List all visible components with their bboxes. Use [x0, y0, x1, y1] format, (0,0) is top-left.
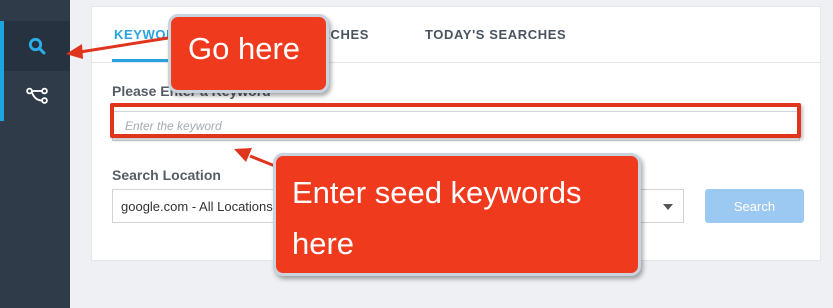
- tab-todays-searches[interactable]: TODAY'S SEARCHES: [425, 27, 566, 42]
- callout-text: Go here: [188, 31, 301, 66]
- callout-text-line-2: here: [292, 226, 355, 261]
- location-value: google.com - All Locations: [121, 199, 273, 214]
- sidebar: [0, 0, 70, 308]
- sidebar-item-tree[interactable]: [0, 71, 70, 121]
- callout-go-here: Go here: [168, 14, 329, 93]
- share-tree-icon: [26, 87, 48, 105]
- keyword-highlight-box: [110, 103, 801, 138]
- search-button[interactable]: Search: [705, 189, 804, 223]
- callout-text-line-1: Enter seed keywords: [292, 175, 582, 210]
- sidebar-item-search[interactable]: [0, 21, 70, 71]
- search-icon: [28, 37, 46, 55]
- callout-enter-keywords: Enter seed keywords here: [273, 153, 641, 276]
- location-label: Search Location: [112, 167, 221, 183]
- chevron-down-icon: [663, 204, 673, 210]
